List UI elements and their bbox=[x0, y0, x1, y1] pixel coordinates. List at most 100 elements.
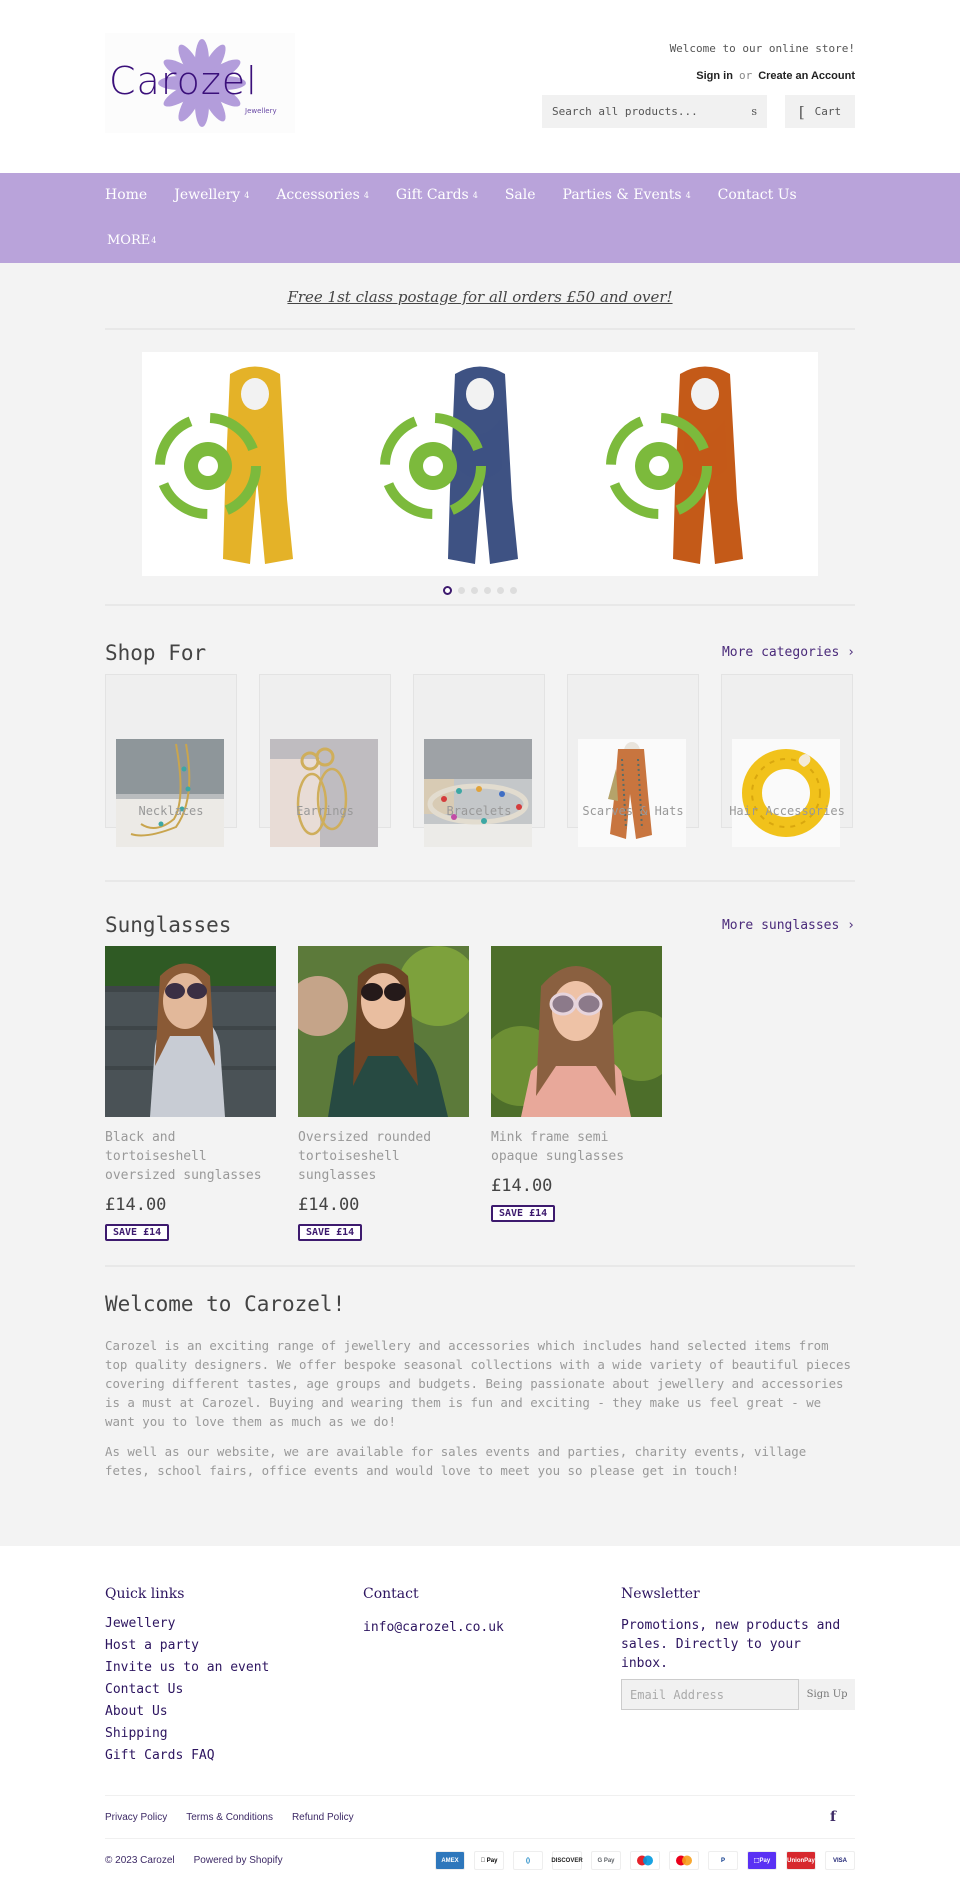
footer-link-host-party[interactable]: Host a party bbox=[105, 1638, 199, 1653]
product-image bbox=[298, 946, 469, 1117]
logo-flower-icon: Carozel Jewellery bbox=[109, 39, 277, 127]
category-card[interactable]: Scarves & Hats bbox=[567, 674, 699, 854]
category-label: Earrings bbox=[296, 804, 354, 818]
nav-label: Contact Us bbox=[717, 187, 797, 203]
nav-item-contact-us[interactable]: Contact Us bbox=[718, 187, 797, 203]
nav-label: Accessories bbox=[276, 187, 360, 203]
more-sunglasses-link[interactable]: More sunglasses › bbox=[722, 918, 855, 933]
cart-icon: [ bbox=[798, 102, 805, 121]
discover-icon: DISCOVER bbox=[551, 1851, 583, 1870]
section-header: Shop For More categories › bbox=[105, 606, 855, 674]
category-label: Hair Accessories bbox=[729, 804, 845, 818]
policy-links: Privacy Policy Terms & Conditions Refund… bbox=[105, 1795, 855, 1839]
nav-item-accessories[interactable]: Accessories 4 bbox=[276, 187, 369, 203]
bracelets-image bbox=[424, 739, 532, 847]
category-label: Scarves & Hats bbox=[582, 804, 684, 818]
chevron-down-icon: 4 bbox=[685, 190, 691, 200]
product-card[interactable]: Oversized rounded tortoiseshell sunglass… bbox=[298, 946, 469, 1241]
or-text: or bbox=[738, 69, 753, 82]
slider-dot[interactable] bbox=[471, 587, 478, 594]
slider-dot[interactable] bbox=[458, 587, 465, 594]
promo-link[interactable]: Free 1st class postage for all orders £5… bbox=[287, 288, 672, 306]
header-utility: Welcome to our online store! Sign in or Cr… bbox=[542, 42, 855, 128]
category-card[interactable]: Necklaces bbox=[105, 674, 237, 854]
chevron-down-icon: 4 bbox=[244, 190, 250, 200]
footer-heading: Contact bbox=[363, 1586, 419, 1602]
footer-link-gift-cards-faq[interactable]: Gift Cards FAQ bbox=[105, 1748, 215, 1763]
category-label: Necklaces bbox=[138, 804, 204, 818]
quick-links-list: Jewellery Host a party Invite us to an e… bbox=[105, 1616, 363, 1770]
nav-item-more[interactable]: MORE 4 bbox=[107, 233, 156, 248]
privacy-policy-link[interactable]: Privacy Policy bbox=[105, 1812, 167, 1823]
nav-item-home[interactable]: Home bbox=[105, 187, 147, 203]
product-card[interactable]: Mink frame semi opaque sunglasses £14.00… bbox=[491, 946, 662, 1241]
category-list: Necklaces Earrings Bracelets Scarves & H… bbox=[105, 674, 855, 854]
footer-link-jewellery[interactable]: Jewellery bbox=[105, 1616, 175, 1631]
category-card[interactable]: Bracelets bbox=[413, 674, 545, 854]
maestro-icon bbox=[630, 1851, 660, 1870]
refund-policy-link[interactable]: Refund Policy bbox=[292, 1812, 354, 1823]
logo[interactable]: Carozel Jewellery bbox=[105, 33, 295, 133]
footer-link-invite-event[interactable]: Invite us to an event bbox=[105, 1660, 269, 1675]
facebook-icon[interactable]: f bbox=[830, 1809, 836, 1825]
shop-for-section: Shop For More categories › Necklaces Ear… bbox=[105, 604, 855, 854]
welcome-paragraph: Carozel is an exciting range of jeweller… bbox=[105, 1338, 851, 1429]
product-card[interactable]: Black and tortoiseshell oversized sungla… bbox=[105, 946, 276, 1241]
footer-link-shipping[interactable]: Shipping bbox=[105, 1726, 168, 1741]
nav-item-jewellery[interactable]: Jewellery 4 bbox=[174, 187, 249, 203]
slider-dot[interactable] bbox=[443, 586, 452, 595]
nav-item-parties-events[interactable]: Parties & Events 4 bbox=[563, 187, 691, 203]
nav-item-gift-cards[interactable]: Gift Cards 4 bbox=[396, 187, 478, 203]
unionpay-icon: UnionPay bbox=[786, 1851, 816, 1870]
section-title: Shop For bbox=[105, 640, 207, 665]
main-content: Free 1st class postage for all orders £5… bbox=[105, 263, 855, 1546]
logo-subtext: Jewellery bbox=[244, 107, 277, 115]
category-card[interactable]: Earrings bbox=[259, 674, 391, 854]
eco-recycle-icon bbox=[380, 413, 487, 519]
powered-by-link[interactable]: Powered by Shopify bbox=[194, 1855, 283, 1866]
nav-item-sale[interactable]: Sale bbox=[505, 187, 536, 203]
search-form: s bbox=[542, 95, 767, 128]
terms-conditions-link[interactable]: Terms & Conditions bbox=[186, 1812, 273, 1823]
product-price: £14.00 bbox=[298, 1195, 360, 1215]
slide-scarf bbox=[142, 352, 367, 576]
footer-heading: Quick links bbox=[105, 1586, 185, 1602]
newsletter-email-input[interactable] bbox=[621, 1679, 800, 1710]
newsletter-signup-button[interactable]: Sign Up bbox=[799, 1679, 855, 1710]
create-account-link[interactable]: Create an Account bbox=[758, 70, 855, 82]
apple-pay-icon:  Pay bbox=[474, 1851, 504, 1870]
more-categories-link[interactable]: More categories › bbox=[722, 645, 855, 660]
site-header: Carozel Jewellery Welcome to our online … bbox=[0, 0, 960, 173]
footer-link-about-us[interactable]: About Us bbox=[105, 1704, 168, 1719]
sign-in-link[interactable]: Sign in bbox=[696, 70, 733, 82]
nav-row: Home Jewellery 4 Accessories 4 Gift Cards 4… bbox=[105, 173, 855, 217]
nav-label: Parties & Events bbox=[562, 187, 682, 203]
hair-accessories-image bbox=[732, 739, 840, 847]
save-badge: SAVE £14 bbox=[105, 1224, 170, 1241]
search-icon[interactable]: s bbox=[751, 105, 757, 118]
slider-dot[interactable] bbox=[497, 587, 504, 594]
footer-columns: Quick links Jewellery Host a party Invit… bbox=[105, 1586, 855, 1770]
search-input[interactable] bbox=[552, 105, 752, 118]
footer-link-contact-us[interactable]: Contact Us bbox=[105, 1682, 183, 1697]
newsletter-text: Promotions, new products and sales. Dire… bbox=[621, 1618, 841, 1671]
category-label: Bracelets bbox=[446, 804, 512, 818]
welcome-title: Welcome to Carozel! bbox=[105, 1292, 346, 1316]
contact-email-link[interactable]: info@carozel.co.uk bbox=[363, 1620, 504, 1635]
google-pay-icon: G Pay bbox=[591, 1851, 621, 1870]
footer-newsletter: Newsletter Promotions, new products and … bbox=[621, 1586, 855, 1770]
save-badge: SAVE £14 bbox=[298, 1224, 363, 1241]
cart-button[interactable]: [ Cart bbox=[785, 95, 855, 128]
nav-row-more: MORE 4 bbox=[105, 217, 855, 263]
eco-recycle-icon bbox=[155, 413, 261, 519]
search-cart-row: s [ Cart bbox=[542, 95, 855, 128]
copyright: © 2023 Carozel bbox=[105, 1855, 175, 1866]
slider-dot[interactable] bbox=[484, 587, 491, 594]
hero-slider[interactable] bbox=[142, 352, 818, 576]
slider-dot[interactable] bbox=[510, 587, 517, 594]
footer-heading: Newsletter bbox=[621, 1586, 700, 1602]
category-card[interactable]: Hair Accessories bbox=[721, 674, 853, 854]
chevron-down-icon: 4 bbox=[363, 190, 369, 200]
earrings-image bbox=[270, 739, 378, 847]
cart-label: Cart bbox=[814, 105, 842, 118]
